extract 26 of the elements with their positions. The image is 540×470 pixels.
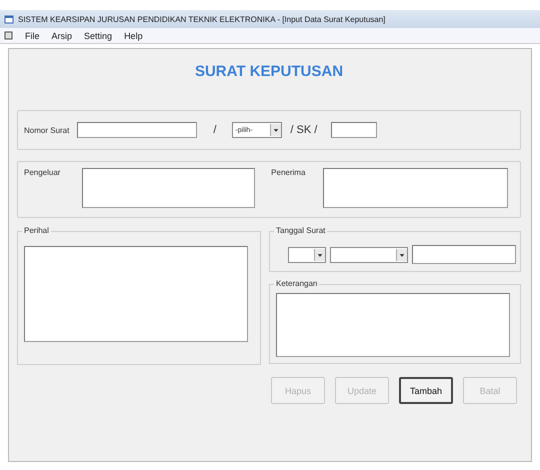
text-area[interactable] [24, 246, 248, 342]
input-field[interactable] [331, 122, 378, 138]
separator-text: / [213, 124, 216, 136]
group-label: Tanggal Surat [274, 226, 328, 235]
field-label: Nomor Surat [24, 126, 70, 134]
separator-text: / SK / [290, 124, 318, 136]
dropdown[interactable] [330, 246, 408, 262]
input-field[interactable] [412, 245, 516, 264]
field-label: Pengeluar [24, 168, 60, 179]
field-label: Penerima [271, 168, 306, 179]
menu-item[interactable]: Setting [84, 30, 112, 40]
app-icon [4, 14, 14, 24]
menu-item[interactable]: Help [124, 30, 143, 40]
form-title: SURAT KEPUTUSAN [194, 63, 344, 80]
group-label: Keterangan [274, 279, 320, 288]
window-title: SISTEM KEARSIPAN JURUSAN PENDIDIKAN TEKNIK ELEKTRONIKA - [Input Data Surat Keputusan] [18, 14, 386, 24]
menu-item[interactable]: File [25, 30, 40, 40]
group-label: Perihal [22, 226, 51, 235]
form-button[interactable]: Tambah [399, 377, 453, 404]
input-field[interactable] [82, 168, 256, 208]
input-field[interactable] [77, 122, 198, 138]
input-field[interactable] [323, 168, 508, 208]
menu-item[interactable]: Arsip [52, 30, 72, 40]
text-area[interactable] [276, 293, 510, 357]
dropdown[interactable] [288, 246, 326, 262]
document-icon [4, 31, 13, 40]
